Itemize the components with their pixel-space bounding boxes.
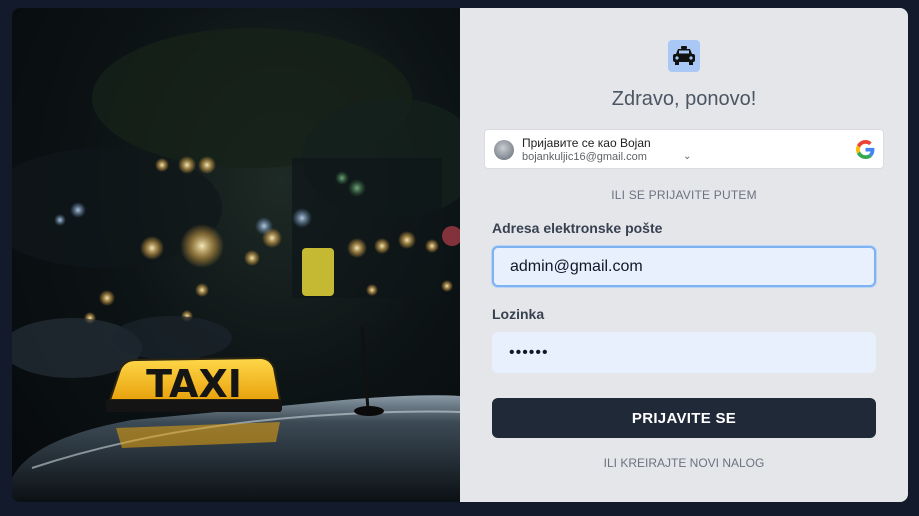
password-input[interactable]: ••••••	[492, 332, 876, 373]
alt-signin-divider: ILI SE PRIJAVITE PUTEM	[611, 188, 757, 202]
login-card: TAXI Zdravo, ponovo! Пријавите се као Bo…	[12, 8, 908, 502]
chevron-down-icon[interactable]: ⌄	[683, 151, 691, 162]
avatar-icon	[494, 140, 514, 160]
login-panel: Zdravo, ponovo! Пријавите се као Bojan b…	[460, 8, 908, 502]
password-label: Lozinka	[492, 306, 545, 322]
google-account-email: bojankuljic16@gmail.com	[522, 151, 647, 163]
taxi-night-image: TAXI	[12, 28, 460, 502]
google-icon	[856, 140, 875, 159]
taxi-logo-icon	[668, 40, 700, 72]
taxi-photo: TAXI	[12, 8, 460, 502]
submit-button[interactable]: PRIJAVITE SE	[492, 398, 876, 438]
welcome-heading: Zdravo, ponovo!	[611, 88, 757, 110]
email-input[interactable]: admin@gmail.com	[492, 246, 876, 287]
register-link[interactable]: ILI KREIRAJTE NOVI NALOG	[460, 456, 908, 470]
email-label: Adresa elektronske pošte	[492, 220, 663, 236]
taxi-sign-text: TAXI	[146, 362, 242, 406]
google-account-name: Пријавите се као Bojan	[522, 136, 651, 150]
google-signin-button[interactable]: Пријавите се као Bojan bojankuljic16@gma…	[484, 129, 884, 169]
